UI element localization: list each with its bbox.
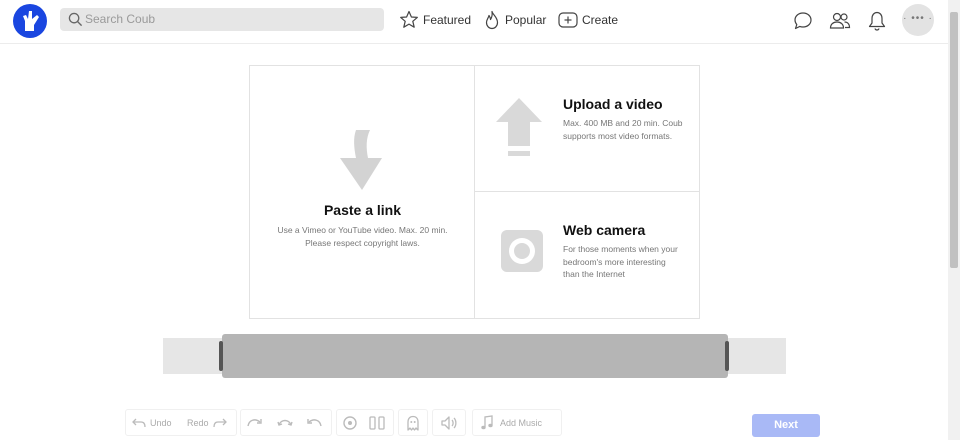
avatar-placeholder: · ••• · xyxy=(903,13,933,24)
chat-icon[interactable] xyxy=(792,10,814,32)
paste-link-title: Paste a link xyxy=(323,202,402,218)
camera-lens-inner xyxy=(514,243,530,259)
nav-popular[interactable]: Popular xyxy=(483,9,546,31)
loop-forward-icon[interactable] xyxy=(246,414,264,432)
music-note-icon xyxy=(481,415,493,430)
nav-create-label: Create xyxy=(582,13,619,27)
flame-icon xyxy=(485,10,499,30)
web-camera-title: Web camera xyxy=(563,222,646,238)
next-button[interactable]: Next xyxy=(752,414,820,437)
undo-button[interactable]: Undo xyxy=(131,413,172,433)
ghost-icon[interactable] xyxy=(404,414,422,432)
web-camera-description: For those moments when your bedroom's mo… xyxy=(563,244,678,279)
plus-box-icon xyxy=(558,12,578,28)
page-scrollbar[interactable] xyxy=(948,0,960,440)
paste-link-description: Use a Vimeo or YouTube video. Max. 20 mi… xyxy=(277,225,448,248)
timeline-selection[interactable] xyxy=(222,334,728,378)
loop-pingpong-icon[interactable] xyxy=(276,414,294,432)
web-camera-option[interactable]: Web camera For those moments when your b… xyxy=(475,192,699,318)
nav-featured-label: Featured xyxy=(423,13,472,27)
add-music-button[interactable]: Add Music xyxy=(480,413,542,433)
upload-arrow-icon xyxy=(496,98,542,156)
stabilize-icon[interactable] xyxy=(341,414,359,432)
coub-hand-icon xyxy=(23,11,39,31)
coub-logo[interactable] xyxy=(13,4,47,38)
search-placeholder: Search Coub xyxy=(85,12,156,26)
upload-video-option[interactable]: Upload a video Max. 400 MB and 20 min. C… xyxy=(475,66,699,192)
upload-video-description: Max. 400 MB and 20 min. Coub supports mo… xyxy=(563,118,683,141)
search-input[interactable]: Search Coub xyxy=(60,8,384,31)
scrollbar-thumb[interactable] xyxy=(950,12,958,268)
friends-icon[interactable] xyxy=(829,10,851,32)
top-bar: Search Coub Featured Popular Create · ••… xyxy=(0,0,948,44)
camera-icon xyxy=(501,230,543,272)
redo-button[interactable]: Redo xyxy=(187,413,228,433)
user-avatar[interactable]: · ••• · xyxy=(902,4,934,36)
timeline-start-handle[interactable] xyxy=(219,341,223,371)
split-icon[interactable] xyxy=(368,414,386,432)
paste-link-option[interactable]: Paste a link Use a Vimeo or YouTube vide… xyxy=(250,66,475,318)
loop-reverse-icon[interactable] xyxy=(305,414,323,432)
add-music-label: Add Music xyxy=(500,418,543,428)
source-chooser-panel: Paste a link Use a Vimeo or YouTube vide… xyxy=(249,65,700,319)
bell-icon[interactable] xyxy=(866,10,888,32)
timeline-end-handle[interactable] xyxy=(725,341,729,371)
nav-create[interactable]: Create xyxy=(558,9,618,31)
redo-icon xyxy=(212,418,227,428)
redo-label: Redo xyxy=(187,418,209,428)
upload-video-title: Upload a video xyxy=(563,96,663,112)
volume-icon[interactable] xyxy=(440,414,458,432)
nav-featured[interactable]: Featured xyxy=(399,9,471,31)
search-icon xyxy=(68,12,83,27)
camera-lens xyxy=(509,238,535,264)
nav-popular-label: Popular xyxy=(505,13,547,27)
curved-down-arrow-icon xyxy=(340,130,382,190)
undo-icon xyxy=(132,418,146,428)
undo-label: Undo xyxy=(150,418,172,428)
star-icon xyxy=(400,10,418,28)
